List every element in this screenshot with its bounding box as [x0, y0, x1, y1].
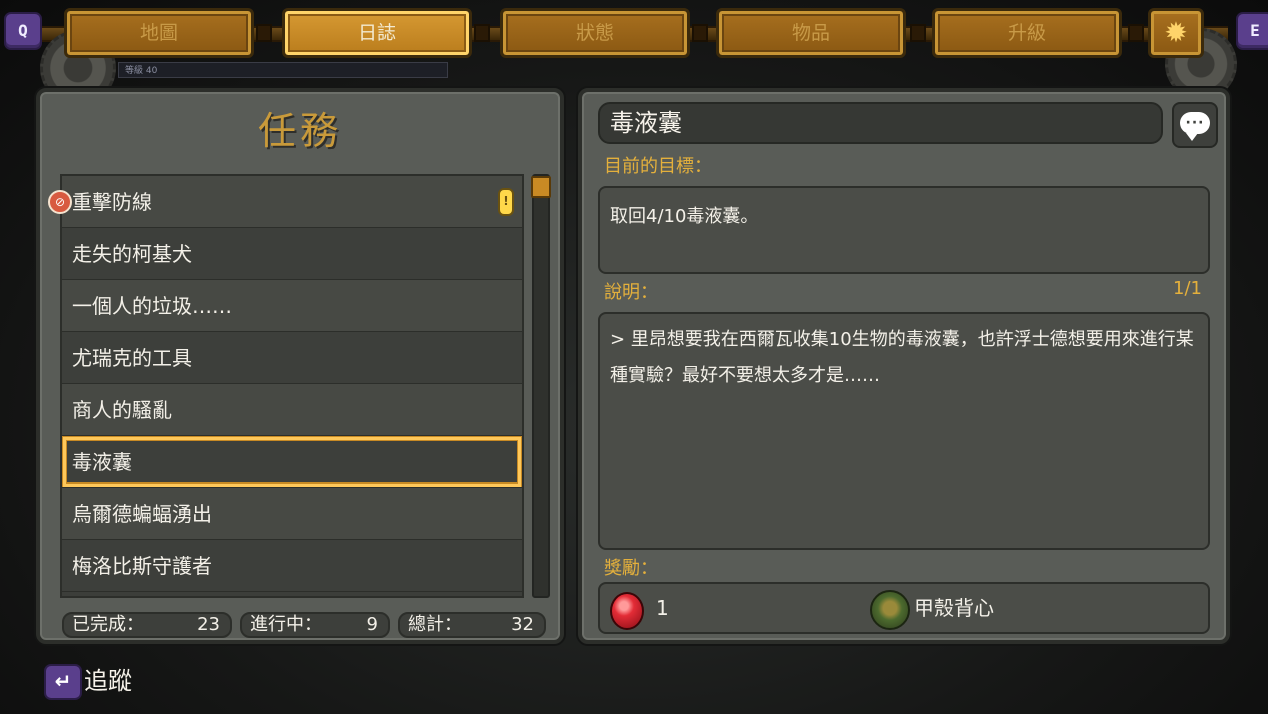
tab-upgrade[interactable]: 升級	[932, 8, 1122, 58]
prev-tab-key-button[interactable]: Q	[4, 12, 42, 50]
quest-item[interactable]: 一個人的垃圾……	[62, 280, 522, 332]
total-count: 總計： 32	[398, 612, 546, 638]
reward-gem-count: 1	[656, 596, 669, 620]
rail-bolt	[1128, 24, 1144, 42]
description-label: 說明：	[604, 282, 658, 303]
rail-bolt	[910, 24, 926, 42]
enter-key-icon[interactable]: ↵	[44, 664, 82, 700]
stat-label: 進行中：	[250, 614, 322, 635]
rail-bolt	[256, 24, 272, 42]
rewards-box: 1 甲殼背心	[598, 582, 1210, 634]
gear-icon: ✹	[1164, 16, 1188, 49]
scrollbar-thumb[interactable]	[531, 176, 551, 198]
red-gem-icon	[610, 592, 644, 630]
top-navigation: Q 地圖 日誌 狀態 物品 升級 ✹ E 等級 40	[0, 0, 1268, 106]
quest-list: 重擊防線 ! 走失的柯基犬 一個人的垃圾…… 尤瑞克的工具 商人的騷亂 毒液囊 …	[60, 174, 524, 598]
panel-title: 任務	[257, 109, 342, 153]
quest-item[interactable]: 烏爾德蝙蝠湧出	[62, 488, 522, 540]
rewards-label: 獎勵：	[604, 558, 658, 579]
stat-label: 總計：	[408, 614, 462, 635]
tab-map[interactable]: 地圖	[64, 8, 254, 58]
quest-item-heavy-strike-defense[interactable]: 重擊防線 !	[62, 176, 522, 228]
completed-count: 已完成： 23	[62, 612, 232, 638]
objective-box: 取回4/10毒液囊。	[598, 186, 1210, 274]
quest-item-label: 毒液囊	[72, 450, 132, 474]
stat-label: 已完成：	[72, 614, 144, 635]
rail-bolt	[692, 24, 708, 42]
settings-button[interactable]: ✹	[1148, 8, 1204, 58]
description-text: > 里昂想要我在西爾瓦收集10生物的毒液囊，也許浮士德想要用來進行某種實驗？最好…	[610, 329, 1194, 386]
dialogue-button[interactable]: ···	[1172, 102, 1218, 148]
quest-detail-title: 毒液囊	[598, 102, 1163, 144]
description-box: > 里昂想要我在西爾瓦收集10生物的毒液囊，也許浮士德想要用來進行某種實驗？最好…	[598, 312, 1210, 550]
quest-item-label: 梅洛比斯守護者	[72, 554, 212, 578]
track-button-label[interactable]: 追蹤	[84, 664, 132, 698]
quest-item-selected[interactable]: 毒液囊	[62, 436, 522, 488]
quest-panel: 任務 重擊防線 ! 走失的柯基犬 一個人的垃圾…… 尤瑞克的工具 商人的騷亂 毒…	[36, 88, 564, 644]
reward-item-name: 甲殼背心	[914, 596, 994, 620]
quest-detail-panel: 毒液囊 ··· 目前的目標： 取回4/10毒液囊。 說明： 1/1 > 里昂想要…	[578, 88, 1230, 644]
speech-bubble-icon: ···	[1180, 112, 1210, 141]
objective-label: 目前的目標：	[604, 156, 712, 177]
quest-item-label: 烏爾德蝙蝠湧出	[72, 502, 212, 526]
quest-item[interactable]: 梅洛比斯守護者	[62, 540, 522, 592]
tracked-quest-icon: ⊘	[48, 190, 72, 214]
quest-item[interactable]: 走失的柯基犬	[62, 228, 522, 280]
rail-bolt	[474, 24, 490, 42]
armor-vest-icon	[870, 590, 910, 630]
quest-item-label: 商人的騷亂	[72, 398, 172, 422]
tab-items[interactable]: 物品	[716, 8, 906, 58]
tab-journal[interactable]: 日誌	[282, 8, 472, 58]
stat-value: 9	[366, 614, 378, 635]
stat-value: 32	[511, 614, 534, 635]
level-hud: 等級 40	[118, 62, 448, 78]
quest-item-label: 一個人的垃圾……	[72, 294, 232, 318]
quest-item[interactable]: 商人的騷亂	[62, 384, 522, 436]
quest-item[interactable]: 尤瑞克的工具	[62, 332, 522, 384]
quest-item-label: 走失的柯基犬	[72, 242, 192, 266]
stat-value: 23	[197, 614, 220, 635]
quest-item-label: 尤瑞克的工具	[72, 346, 192, 370]
quest-item-label: 重擊防線	[72, 190, 152, 214]
new-alert-icon: !	[498, 188, 514, 216]
tab-status[interactable]: 狀態	[500, 8, 690, 58]
quest-list-scrollbar[interactable]	[531, 174, 551, 598]
description-page-indicator: 1/1	[1173, 278, 1202, 299]
next-tab-key-button[interactable]: E	[1236, 12, 1268, 50]
objective-text: 取回4/10毒液囊。	[610, 206, 759, 227]
in-progress-count: 進行中： 9	[240, 612, 390, 638]
